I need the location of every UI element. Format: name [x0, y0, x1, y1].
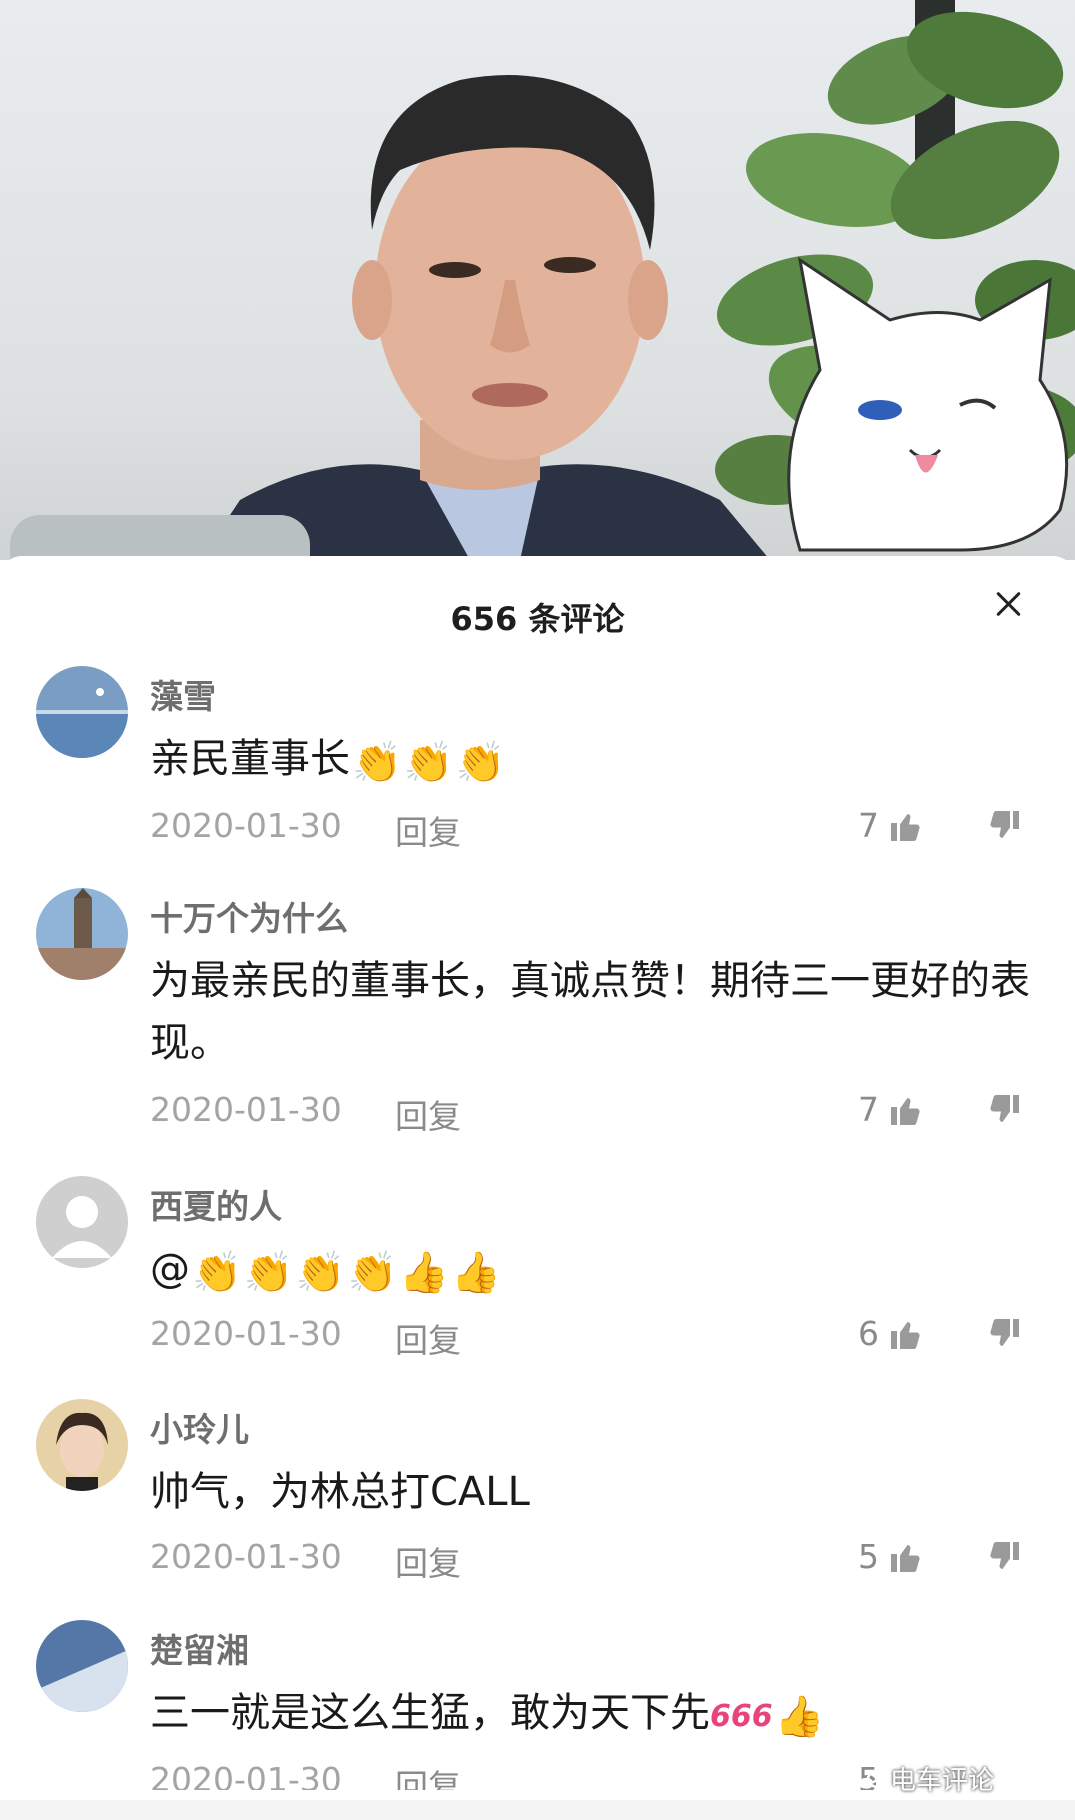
thumbs-up-emoji: 👍 — [774, 1694, 825, 1740]
thumbs-up-emoji: 👍 — [451, 1250, 501, 1296]
clap-emoji: 👏 — [347, 1250, 398, 1296]
comment-text: @👏👏👏👏👍👍 — [150, 1238, 1030, 1300]
comment-username[interactable]: 西夏的人 — [150, 1180, 282, 1228]
avatar[interactable] — [36, 1399, 128, 1491]
clap-emoji: 👏 — [455, 740, 506, 786]
thumbs-down-icon[interactable] — [986, 808, 1022, 844]
reply-button[interactable]: 回复 — [395, 1537, 461, 1585]
bottom-bar — [0, 1800, 1075, 1820]
comment-count-title: 656 条评论 — [450, 600, 625, 638]
like-count: 7 — [858, 806, 879, 845]
clap-emoji: 👏 — [192, 1250, 242, 1296]
comment-text-body: 三一就是这么生猛，敢为天下先 — [150, 1690, 710, 1736]
comment-date: 2020-01-30 — [150, 1314, 342, 1353]
comment-text: 帅气，为林总打CALL — [150, 1469, 530, 1515]
thumbs-down-icon[interactable] — [986, 1316, 1022, 1352]
clap-emoji: 👏 — [295, 1250, 346, 1296]
comment-username[interactable]: 小玲儿 — [150, 1403, 249, 1451]
thumbs-up-icon[interactable] — [888, 1316, 924, 1352]
avatar[interactable] — [36, 666, 128, 758]
comment-text: 亲民董事长👏👏👏 — [150, 728, 1030, 790]
sofa-shape — [10, 515, 310, 560]
comment-text: 三一就是这么生猛，敢为天下先666👍 — [150, 1682, 1030, 1748]
video-frame[interactable] — [0, 0, 1075, 560]
thumbs-up-icon[interactable] — [888, 808, 924, 844]
cat-sticker — [787, 256, 1069, 552]
comment-username[interactable]: 楚留湘 — [150, 1624, 249, 1672]
comment-text-body: 亲民董事长 — [150, 736, 350, 782]
watermark-text: 电车评论 — [890, 1766, 995, 1796]
thumbs-down-icon[interactable] — [986, 1539, 1022, 1575]
speaker-image — [200, 75, 770, 560]
clap-emoji: 👏 — [243, 1250, 294, 1296]
comment-sheet: 656 条评论 藻雪 亲民董事长👏👏👏 2020-01-30 回复 7 十万个为… — [0, 556, 1075, 1820]
avatar[interactable] — [36, 1176, 128, 1268]
comment-username[interactable]: 十万个为什么 — [150, 892, 348, 940]
clap-emoji: 👏 — [352, 740, 402, 786]
reply-button[interactable]: 回复 — [395, 1314, 461, 1362]
close-icon[interactable] — [990, 586, 1026, 622]
six-six-six-badge: 666 — [710, 1699, 773, 1734]
reply-button[interactable]: 回复 — [395, 1090, 461, 1138]
thumbs-up-icon[interactable] — [888, 1539, 924, 1575]
comment-username[interactable]: 藻雪 — [150, 670, 216, 718]
like-count: 6 — [858, 1314, 879, 1353]
clap-emoji: 👏 — [403, 740, 454, 786]
reply-button[interactable]: 回复 — [395, 1760, 461, 1790]
comment-date: 2020-01-30 — [150, 1537, 342, 1576]
thumbs-down-icon[interactable] — [986, 1092, 1022, 1128]
comment-date: 2020-01-30 — [150, 806, 342, 845]
avatar[interactable] — [36, 888, 128, 980]
avatar[interactable] — [36, 1620, 128, 1712]
comment-text-body: @ — [150, 1246, 190, 1292]
comment-date: 2020-01-30 — [150, 1090, 342, 1129]
comment-date: 2020-01-30 — [150, 1760, 342, 1790]
like-count: 5 — [858, 1537, 879, 1576]
thumbs-up-emoji: 👍 — [399, 1250, 450, 1296]
like-count: 7 — [858, 1090, 879, 1129]
wechat-icon — [855, 1761, 889, 1789]
comment-text: 为最亲民的董事长，真诚点赞！期待三一更好的表现。 — [150, 958, 1030, 1066]
reply-button[interactable]: 回复 — [395, 806, 461, 854]
thumbs-up-icon[interactable] — [888, 1092, 924, 1128]
